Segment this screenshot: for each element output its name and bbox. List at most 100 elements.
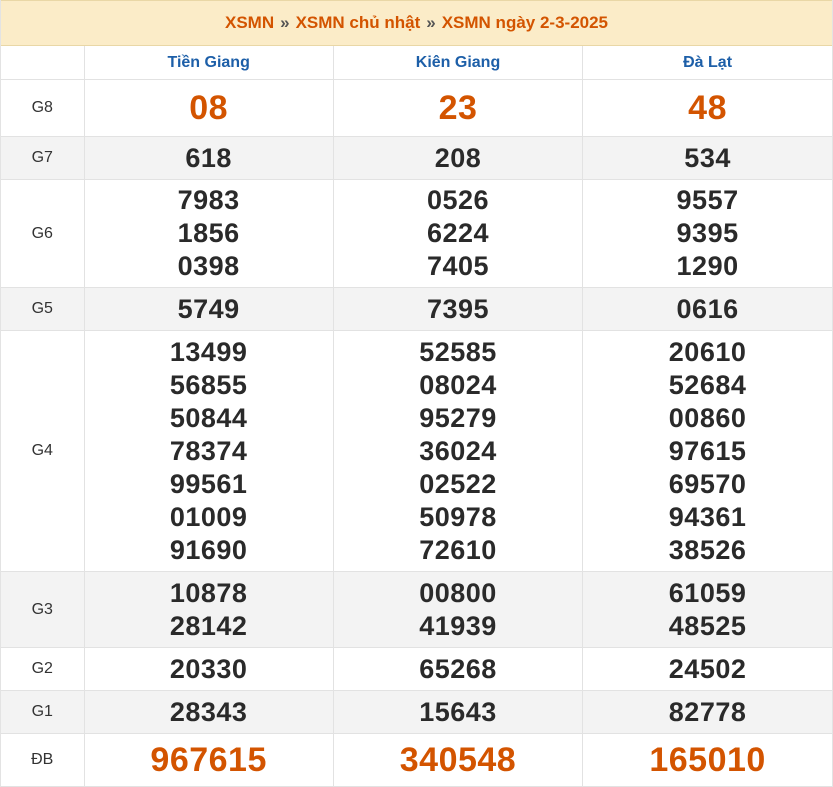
prize-numbers: 65268: [334, 650, 582, 689]
prize-row: ĐB 967615 340548 165010: [1, 733, 832, 787]
header-corner-cell: [1, 46, 85, 80]
prize-number: 52684: [668, 369, 747, 400]
province-header[interactable]: Đà Lạt: [582, 46, 832, 80]
prize-cell: 82778: [582, 690, 832, 734]
prize-cell: 0616: [582, 287, 832, 331]
prize-numbers: 28343: [85, 693, 333, 732]
breadcrumb: XSMN » XSMN chủ nhật » XSMN ngày 2-3-202…: [1, 0, 832, 46]
prize-number: 91690: [169, 534, 248, 565]
prize-number: 7983: [177, 185, 240, 215]
prize-number: 0616: [676, 293, 739, 324]
prize-cell: 48: [582, 79, 832, 137]
prize-cell: 52585 08024 95279 36024 02522 50978 72610: [333, 330, 584, 572]
prize-number: 10878: [169, 577, 248, 608]
prize-number: 82778: [668, 696, 747, 727]
prize-number: 24502: [668, 653, 747, 684]
prize-cell: 00800 41939: [333, 571, 584, 648]
prize-row: G8 08 23 48: [1, 79, 832, 137]
prize-numbers: 15643: [334, 693, 582, 732]
prize-number: 95279: [419, 402, 497, 433]
prize-number: 50844: [169, 402, 248, 433]
prize-number: 38526: [668, 534, 747, 565]
prize-cell: 534: [582, 136, 832, 180]
breadcrumb-sunday-link[interactable]: XSMN chủ nhật: [296, 13, 421, 33]
prize-number: 02522: [419, 468, 497, 499]
prize-numbers: 52585 08024 95279 36024 02522 50978 72610: [334, 333, 582, 570]
prize-cell: 0526 6224 7405: [333, 179, 584, 288]
prize-cell: 20330: [84, 647, 334, 691]
prize-cell: 7395: [333, 287, 584, 331]
prize-numbers: 23: [334, 80, 582, 136]
prize-numbers: 13499 56855 50844 78374 99561 01009 91690: [85, 333, 333, 570]
prize-row: G3 10878 28142 00800 41939 61059 48525: [1, 571, 832, 648]
prize-numbers: 340548: [334, 734, 582, 786]
prize-cell: 5749: [84, 287, 334, 331]
prize-numbers: 534: [583, 139, 832, 178]
prize-label: G6: [1, 179, 85, 288]
prize-numbers: 00800 41939: [334, 574, 582, 646]
province-header[interactable]: Kiên Giang: [333, 46, 584, 80]
breadcrumb-xsmn-link[interactable]: XSMN: [225, 13, 274, 33]
prize-number: 99561: [169, 468, 248, 499]
prize-number: 1856: [177, 218, 240, 248]
prize-label: G2: [1, 647, 85, 691]
breadcrumb-separator: »: [280, 13, 290, 32]
prize-numbers: 61059 48525: [583, 574, 832, 646]
prize-cell: 10878 28142: [84, 571, 334, 648]
prize-number: 23: [438, 89, 478, 127]
prize-number: 20610: [668, 336, 747, 367]
prize-row: G1 28343 15643 82778: [1, 690, 832, 734]
prize-numbers: 7983 1856 0398: [85, 181, 333, 286]
prize-label: ĐB: [1, 733, 85, 787]
prize-numbers: 208: [334, 139, 582, 178]
prize-number: 52585: [419, 336, 497, 367]
breadcrumb-date-link[interactable]: XSMN ngày 2-3-2025: [442, 13, 608, 33]
prize-numbers: 0526 6224 7405: [334, 181, 582, 286]
prize-number: 13499: [169, 336, 248, 367]
breadcrumb-separator: »: [426, 13, 436, 32]
prize-number: 15643: [419, 696, 497, 727]
prize-label: G8: [1, 79, 85, 137]
prize-cell: 7983 1856 0398: [84, 179, 334, 288]
prize-number: 165010: [649, 741, 766, 779]
prize-cell: 08: [84, 79, 334, 137]
prize-label: G7: [1, 136, 85, 180]
prize-row: G7 618 208 534: [1, 136, 832, 180]
results-panel: XSMN » XSMN chủ nhật » XSMN ngày 2-3-202…: [0, 0, 833, 787]
prize-numbers: 24502: [583, 650, 832, 689]
prize-number: 65268: [419, 653, 497, 684]
prize-label: G3: [1, 571, 85, 648]
prize-cell: 208: [333, 136, 584, 180]
prize-row: G4 13499 56855 50844 78374 99561 01009 91690 525…: [1, 330, 832, 572]
prize-number: 9557: [676, 185, 739, 215]
prize-number: 28142: [169, 610, 248, 641]
prize-number: 208: [434, 142, 482, 173]
prize-numbers: 5749: [85, 290, 333, 329]
prize-number: 5749: [177, 293, 240, 324]
prize-cell: 65268: [333, 647, 584, 691]
prize-cell: 967615: [84, 733, 334, 787]
prize-number: 48525: [668, 610, 747, 641]
prize-numbers: 20330: [85, 650, 333, 689]
prize-number: 9395: [676, 218, 739, 248]
province-header[interactable]: Tiền Giang: [84, 46, 334, 80]
prize-cell: 165010: [582, 733, 832, 787]
prize-number: 1290: [676, 251, 739, 281]
prize-number: 20330: [169, 653, 248, 684]
prize-cell: 340548: [333, 733, 584, 787]
prize-cell: 61059 48525: [582, 571, 832, 648]
prize-number: 97615: [668, 435, 747, 466]
prize-number: 61059: [668, 577, 747, 608]
prize-numbers: 967615: [85, 734, 333, 786]
prize-row: G5 5749 7395 0616: [1, 287, 832, 331]
prize-row: G6 7983 1856 0398 0526 6224 7405 9557 9395 1290: [1, 179, 832, 288]
prize-numbers: 618: [85, 139, 333, 178]
prize-number: 6224: [426, 218, 490, 248]
prize-cell: 9557 9395 1290: [582, 179, 832, 288]
prize-numbers: 9557 9395 1290: [583, 181, 832, 286]
prize-numbers: 7395: [334, 290, 582, 329]
prize-number: 0398: [177, 251, 240, 281]
prize-number: 28343: [169, 696, 248, 727]
prize-number: 56855: [169, 369, 248, 400]
prize-number: 08024: [419, 369, 497, 400]
